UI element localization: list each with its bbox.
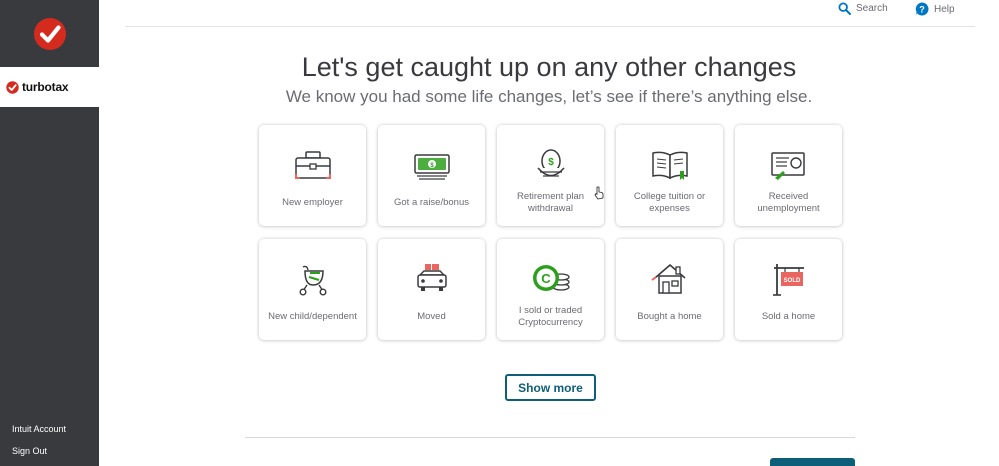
show-more-button[interactable]: Show more xyxy=(505,374,596,401)
intuit-account-link[interactable]: Intuit Account xyxy=(12,424,66,434)
footer-divider xyxy=(245,437,855,438)
search-icon xyxy=(838,2,851,15)
tile-new-child-dependent[interactable]: New child/dependent xyxy=(259,239,366,340)
tile-label: Sold a home xyxy=(761,311,816,322)
sign-out-link[interactable]: Sign Out xyxy=(12,446,47,456)
stroller-icon xyxy=(298,265,327,296)
tile-label: Received unemployment xyxy=(757,191,820,214)
svg-text:$: $ xyxy=(548,157,554,168)
briefcase-icon xyxy=(294,151,331,179)
sidebar: turbotax Intuit Account Sign Out xyxy=(0,0,99,466)
tile-moved[interactable]: Moved xyxy=(378,239,485,340)
book-icon xyxy=(651,151,688,180)
nest-egg-icon: $ xyxy=(536,149,565,177)
certificate-icon xyxy=(770,152,805,180)
tile-label: Moved xyxy=(417,311,446,322)
house-icon xyxy=(650,264,686,294)
tile-label: Retirement plan withdrawal xyxy=(516,191,585,214)
life-changes-grid: New employer $ Got a raise/bonus $ Retir… xyxy=(259,125,844,340)
svg-text:SOLD: SOLD xyxy=(783,278,800,284)
moving-car-icon xyxy=(416,264,447,291)
help-label: Help xyxy=(934,3,955,15)
tile-label: New employer xyxy=(282,197,343,208)
continue-button[interactable] xyxy=(770,458,855,466)
tile-label: New child/dependent xyxy=(268,311,357,322)
pointer-cursor-icon xyxy=(594,186,604,200)
svg-text:C: C xyxy=(541,271,551,286)
search-link[interactable]: Search xyxy=(838,2,888,15)
page-subtitle: We know you had some life changes, let’s… xyxy=(285,87,813,106)
tile-new-employer[interactable]: New employer xyxy=(259,125,366,226)
page-title: Let's get caught up on any other changes xyxy=(301,52,797,82)
tile-retirement-withdrawal[interactable]: $ Retirement plan withdrawal xyxy=(497,125,604,226)
help-icon: ? xyxy=(915,2,929,16)
tile-cryptocurrency[interactable]: C I sold or traded Cryptocurrency xyxy=(497,239,604,340)
brand-name: turbotax xyxy=(22,80,69,94)
tile-received-unemployment[interactable]: Received unemployment xyxy=(735,125,842,226)
help-link[interactable]: ? Help xyxy=(915,2,955,16)
turbotax-wordmark[interactable]: turbotax xyxy=(0,67,99,107)
cash-icon: $ xyxy=(413,154,450,180)
tile-raise-bonus[interactable]: $ Got a raise/bonus xyxy=(378,125,485,226)
small-check-logo-icon xyxy=(6,80,19,94)
crypto-coin-icon: C xyxy=(532,265,570,291)
tile-sold-home[interactable]: SOLD Sold a home xyxy=(735,239,842,340)
tile-bought-home[interactable]: Bought a home xyxy=(616,239,723,340)
tile-label: College tuition or expenses xyxy=(633,191,706,214)
turbotax-logo-mark[interactable] xyxy=(0,0,99,67)
tile-label: I sold or traded Cryptocurrency xyxy=(518,305,583,328)
tile-label: Got a raise/bonus xyxy=(394,197,469,208)
search-label: Search xyxy=(856,3,888,14)
tile-label: Bought a home xyxy=(637,311,702,322)
sold-sign-icon: SOLD xyxy=(772,264,804,296)
tile-college-tuition[interactable]: College tuition or expenses xyxy=(616,125,723,226)
svg-text:?: ? xyxy=(919,4,925,14)
checkmark-logo-icon xyxy=(33,17,66,50)
